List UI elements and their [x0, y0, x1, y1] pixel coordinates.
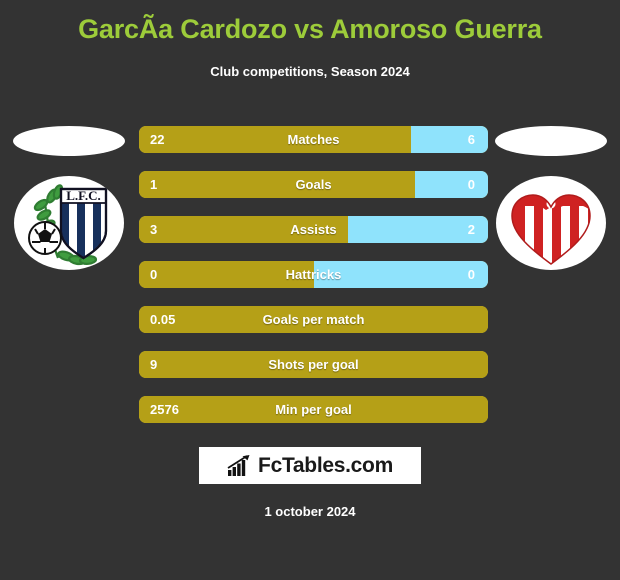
stat-bar-row: 0.05 Goals per match: [139, 306, 488, 333]
stat-label: Assists: [290, 222, 337, 237]
stat-bars-list: 22 Matches 6 1 Goals 0 3 Assists 2 0 Hattricks 0 0.0…: [139, 126, 488, 441]
stat-label: Min per goal: [275, 402, 352, 417]
stat-label: Goals per match: [262, 312, 365, 327]
bar-chart-arrow-icon: [227, 454, 250, 476]
stat-bar-row: 0 Hattricks 0: [139, 261, 488, 288]
away-team-crest: [496, 176, 606, 270]
stat-away-value: 0: [467, 177, 475, 192]
home-team-crest: L.F.C.: [14, 176, 124, 270]
away-decorative-ellipse: [495, 126, 607, 156]
stat-bar-row: 1 Goals 0: [139, 171, 488, 198]
stat-bar-row: 22 Matches 6: [139, 126, 488, 153]
stat-bar-row: 9 Shots per goal: [139, 351, 488, 378]
stat-bar-row: 2576 Min per goal: [139, 396, 488, 423]
stat-label: Goals: [295, 177, 332, 192]
liverpool-fc-montevideo-crest-icon: L.F.C.: [28, 184, 108, 266]
watermark-label: FcTables.com: [258, 453, 393, 477]
fctables-watermark[interactable]: FcTables.com: [199, 447, 421, 484]
svg-text:L.F.C.: L.F.C.: [66, 188, 101, 203]
footer-date: 1 october 2024: [264, 504, 356, 519]
river-plate-montevideo-heart-crest-icon: [511, 194, 591, 265]
stat-label: Hattricks: [285, 267, 342, 282]
stat-label: Shots per goal: [268, 357, 359, 372]
home-team-logo-column: L.F.C.: [5, 118, 135, 288]
away-team-logo-column: [487, 118, 617, 288]
stat-away-value: 0: [467, 267, 475, 282]
home-decorative-ellipse: [13, 126, 125, 156]
page-subtitle: Club competitions, Season 2024: [210, 64, 410, 79]
player-comparison-infographic: GarcÃ­a Cardozo vs Amoroso Guerra Club c…: [0, 0, 620, 580]
stat-away-value: 2: [467, 222, 475, 237]
page-title: GarcÃ­a Cardozo vs Amoroso Guerra: [78, 14, 542, 44]
stat-label: Matches: [287, 132, 340, 147]
stat-away-value: 6: [467, 132, 475, 147]
stat-bar-row: 3 Assists 2: [139, 216, 488, 243]
